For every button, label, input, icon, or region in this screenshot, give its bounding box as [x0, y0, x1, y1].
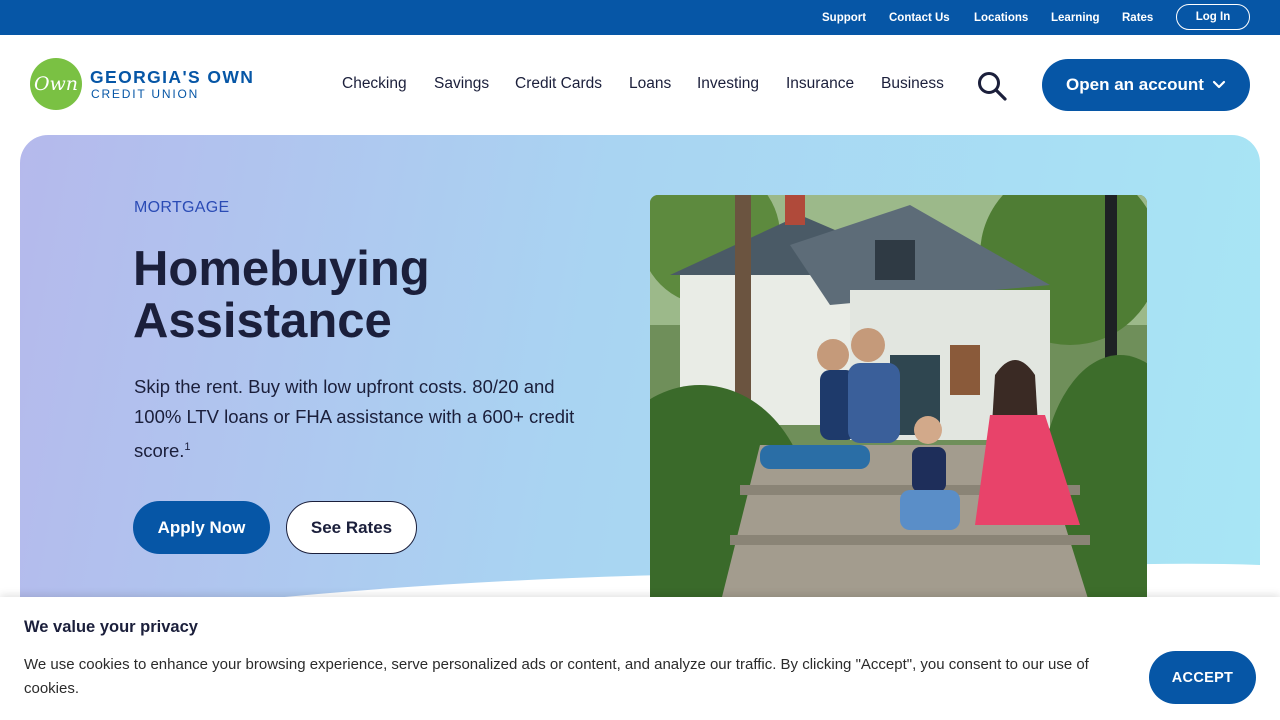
cookie-banner: We value your privacy We use cookies to …: [0, 597, 1280, 720]
cookie-title: We value your privacy: [24, 618, 198, 636]
nav-loans[interactable]: Loans: [629, 75, 671, 93]
hero-eyebrow: MORTGAGE: [134, 199, 230, 216]
hero-description-text: Skip the rent. Buy with low upfront cost…: [134, 376, 575, 462]
utility-link-rates[interactable]: Rates: [1122, 12, 1153, 24]
nav-checking[interactable]: Checking: [342, 75, 407, 93]
utility-bar: Support Contact Us Locations Learning Ra…: [0, 0, 1280, 35]
nav-investing[interactable]: Investing: [697, 75, 759, 93]
logo-subtitle: CREDIT UNION: [91, 87, 200, 101]
hero-title: Homebuying Assistance: [133, 242, 430, 348]
logo-mark[interactable]: Own: [30, 58, 82, 110]
apply-now-button[interactable]: Apply Now: [133, 501, 270, 554]
accept-cookies-button[interactable]: ACCEPT: [1149, 651, 1256, 704]
nav-credit-cards[interactable]: Credit Cards: [515, 75, 602, 93]
utility-link-contact-us[interactable]: Contact Us: [889, 12, 950, 24]
hero-description: Skip the rent. Buy with low upfront cost…: [134, 372, 604, 466]
cookie-text: We use cookies to enhance your browsing …: [24, 656, 1089, 697]
logo-wordmark[interactable]: GEORGIA'S OWN: [90, 67, 254, 88]
utility-link-locations[interactable]: Locations: [974, 12, 1028, 24]
utility-link-learning[interactable]: Learning: [1051, 12, 1100, 24]
hero-photo: [650, 195, 1147, 605]
utility-link-support[interactable]: Support: [822, 12, 866, 24]
chevron-down-icon: [1212, 80, 1226, 89]
nav-insurance[interactable]: Insurance: [786, 75, 854, 93]
see-rates-button[interactable]: See Rates: [286, 501, 417, 554]
open-account-button[interactable]: Open an account: [1042, 59, 1250, 111]
main-header: Own GEORGIA'S OWN CREDIT UNION Checking …: [0, 35, 1280, 135]
nav-business[interactable]: Business: [881, 75, 944, 93]
login-button[interactable]: Log In: [1176, 4, 1250, 30]
nav-savings[interactable]: Savings: [434, 75, 489, 93]
search-icon[interactable]: [976, 71, 1008, 101]
open-account-label: Open an account: [1066, 75, 1204, 94]
footnote-marker[interactable]: 1: [184, 441, 190, 453]
